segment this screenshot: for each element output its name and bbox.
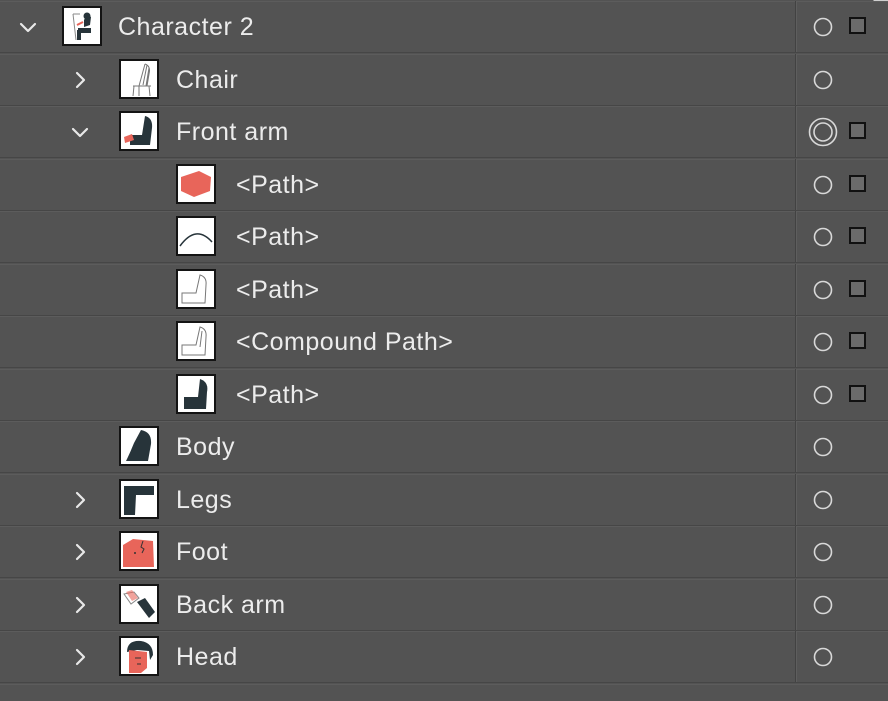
column-divider-highlight	[796, 211, 797, 263]
selection-square-icon[interactable]	[849, 122, 866, 139]
chevron-down-icon[interactable]	[68, 120, 92, 144]
chair-thumb	[119, 58, 159, 99]
layer-name[interactable]: Back arm	[176, 579, 286, 631]
layer-name[interactable]: <Compound Path>	[236, 316, 453, 368]
layer-row[interactable]: <Path>	[0, 263, 888, 316]
column-divider-highlight	[796, 578, 797, 631]
layer-row[interactable]: Character 2	[0, 1, 888, 53]
column-divider-highlight	[796, 421, 797, 473]
chevron-right-icon[interactable]	[68, 593, 92, 617]
layer-row[interactable]: Body	[0, 421, 888, 473]
layer-name[interactable]: Character 2	[118, 1, 254, 53]
layer-row[interactable]: <Compound Path>	[0, 316, 888, 368]
head-thumb	[119, 636, 159, 676]
column-divider-highlight	[796, 526, 797, 578]
layer-row[interactable]: Back arm	[0, 578, 888, 631]
target-circle-icon[interactable]	[813, 647, 833, 667]
sleeve-outline-thumb	[176, 268, 216, 309]
selection-square-icon[interactable]	[849, 174, 866, 192]
selection-square-icon[interactable]	[849, 332, 866, 349]
selection-square-icon[interactable]	[849, 227, 866, 244]
panel-bottom-edge	[0, 684, 888, 701]
column-divider-highlight	[796, 158, 797, 211]
column-divider-highlight	[796, 473, 797, 526]
character-thumb	[62, 6, 102, 46]
layer-name[interactable]: Legs	[176, 474, 232, 526]
layer-row[interactable]: <Path>	[0, 368, 888, 421]
layer-row[interactable]: Front arm	[0, 106, 888, 158]
layer-name[interactable]: Chair	[176, 54, 238, 106]
selection-square-icon[interactable]	[849, 279, 866, 297]
layer-name[interactable]: Body	[176, 421, 235, 473]
layer-name[interactable]: <Path>	[236, 159, 320, 211]
hand-path-thumb	[176, 163, 216, 204]
arc-path-thumb	[176, 216, 216, 256]
column-divider-highlight	[796, 106, 797, 158]
selection-square-icon[interactable]	[849, 384, 866, 402]
chevron-right-icon[interactable]	[68, 645, 92, 669]
target-circle-icon[interactable]	[813, 17, 833, 37]
sleeve-fill-thumb	[176, 373, 216, 414]
target-circle-icon[interactable]	[813, 595, 833, 615]
target-circle-icon[interactable]	[813, 280, 833, 300]
target-circle-icon[interactable]	[813, 70, 833, 90]
body-thumb	[119, 426, 159, 466]
layer-name[interactable]: <Path>	[236, 369, 320, 421]
column-divider-highlight	[796, 316, 797, 368]
column-divider-highlight	[796, 53, 797, 106]
selection-square-icon[interactable]	[849, 17, 866, 34]
target-circle-icon[interactable]	[813, 175, 833, 195]
target-circle-icon[interactable]	[813, 227, 833, 247]
layer-name[interactable]: <Path>	[236, 264, 320, 316]
layer-row[interactable]: Chair	[0, 53, 888, 106]
column-divider-highlight	[796, 263, 797, 316]
foot-thumb	[119, 531, 159, 571]
column-divider-highlight	[796, 631, 797, 683]
target-circle-icon[interactable]	[813, 490, 833, 510]
layer-row[interactable]: <Path>	[0, 158, 888, 211]
layer-name[interactable]: Head	[176, 631, 238, 683]
chevron-down-icon[interactable]	[16, 15, 40, 39]
target-circle-icon[interactable]	[813, 437, 833, 457]
target-circle-icon[interactable]	[813, 332, 833, 352]
target-selected-icon[interactable]	[807, 116, 839, 148]
front-arm-thumb	[119, 111, 159, 151]
layer-row[interactable]: Foot	[0, 526, 888, 578]
layer-name[interactable]: Foot	[176, 526, 228, 578]
chevron-right-icon[interactable]	[68, 488, 92, 512]
chevron-right-icon[interactable]	[68, 68, 92, 92]
target-circle-icon[interactable]	[813, 385, 833, 405]
column-divider-highlight	[796, 1, 797, 53]
layers-panel: Character 2 Chair Front arm <Path> <Path> <Pa…	[0, 0, 888, 701]
layer-name[interactable]: Front arm	[176, 106, 289, 158]
layer-row[interactable]: <Path>	[0, 211, 888, 263]
layer-row[interactable]: Legs	[0, 473, 888, 526]
chevron-right-icon[interactable]	[68, 540, 92, 564]
layer-name[interactable]: <Path>	[236, 211, 320, 263]
column-divider-highlight	[796, 368, 797, 421]
layer-row[interactable]: Head	[0, 631, 888, 683]
back-arm-thumb	[119, 583, 159, 624]
target-circle-icon[interactable]	[813, 542, 833, 562]
compound-outline-thumb	[176, 321, 216, 361]
legs-thumb	[119, 478, 159, 519]
